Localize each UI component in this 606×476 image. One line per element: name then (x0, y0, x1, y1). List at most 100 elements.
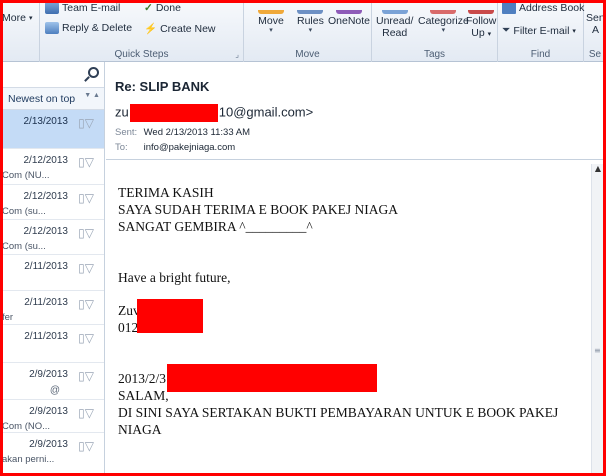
onenote-button[interactable]: OneNote (328, 10, 370, 27)
categorize-button[interactable]: Categorize ▾ (418, 10, 469, 35)
send-receive-group: Sen A Se (584, 0, 606, 62)
quick-step-create-new[interactable]: ⚡ Create New (144, 22, 216, 36)
flag-icon[interactable]: ▯▽ (78, 369, 94, 383)
scroll-up-icon[interactable]: ▲ (592, 164, 604, 178)
quick-step-team-email[interactable]: Team E-mail (45, 2, 120, 14)
quick-steps-label: Quick Steps (114, 49, 169, 60)
filter-email-button[interactable]: ⏷ Filter E-mail ▾ (502, 24, 576, 37)
tags-group-label: Tags (423, 49, 446, 60)
rules-button[interactable]: Rules ▾ (297, 10, 324, 35)
body-line: NIAGA (118, 422, 162, 437)
scroll-grip-icon[interactable]: ≡ (594, 346, 601, 355)
dialog-launcher-icon[interactable]: ⌟ (235, 50, 239, 59)
read-label: Read (382, 27, 408, 39)
flag-icon[interactable]: ▯▽ (78, 439, 94, 453)
flag-icon[interactable]: ▯▽ (78, 261, 94, 275)
move-button[interactable]: Move ▾ (258, 10, 284, 35)
tags-group: Unread/ Read Categorize ▾ Follow Up ▾ Ta… (372, 0, 498, 62)
message-date: 2/9/2013 (29, 369, 68, 380)
sender-line[interactable]: zu 10@gmail.com> (115, 104, 313, 122)
list-item[interactable]: 2/9/2013 @ ▯▽ (0, 363, 104, 400)
vertical-scrollbar[interactable]: ▲ ≡ (591, 164, 603, 476)
message-subject: akan perni... (2, 454, 55, 465)
find-group-label: Find (530, 49, 551, 60)
list-item[interactable]: 2/11/2013 ▯▽ (0, 325, 104, 363)
flag-icon (468, 10, 495, 14)
search-icon[interactable] (88, 67, 99, 78)
quick-step-done[interactable]: ✓ Done (144, 2, 181, 14)
list-item[interactable]: 2/9/2013 Com (NO... ▯▽ (0, 400, 104, 433)
message-date: 2/11/2013 (24, 261, 68, 272)
paperclip-icon: @ (49, 385, 60, 396)
reply-delete-icon (45, 22, 59, 34)
body-line: TERIMA KASIH (118, 185, 214, 200)
flag-icon[interactable]: ▯▽ (78, 297, 94, 311)
flag-icon[interactable]: ▯▽ (78, 116, 94, 130)
filter-email-label: Filter E-mail (513, 24, 570, 37)
quote-header: 2013/2/3 (118, 364, 586, 392)
reading-pane: Re: SLIP BANK zu 10@gmail.com> Sent: Wed … (106, 62, 606, 476)
list-item[interactable]: 2/13/2013 ▯▽ (0, 110, 104, 149)
list-item[interactable]: 2/12/2013 Com (NU... ▯▽ (0, 149, 104, 185)
send-receive-label[interactable]: Sen (586, 12, 605, 24)
more-button[interactable]: More ▾ (2, 12, 32, 24)
follow-up-button[interactable]: Follow Up ▾ (466, 10, 496, 41)
list-item[interactable]: 2/11/2013 fer ▯▽ (0, 291, 104, 325)
done-label: Done (155, 2, 181, 14)
move-group-label: Move (295, 49, 320, 60)
sender-suffix: 10@gmail.com> (218, 104, 314, 120)
flag-icon[interactable]: ▯▽ (78, 191, 94, 205)
list-item[interactable]: 2/11/2013 ▯▽ (0, 255, 104, 291)
categorize-label: Categorize (418, 15, 469, 27)
list-item[interactable]: 2/12/2013 Com (su... ▯▽ (0, 185, 104, 220)
message-date: 2/11/2013 (24, 297, 68, 308)
message-subject: Com (su... (2, 206, 46, 217)
header-divider (106, 159, 606, 160)
rules-label: Rules (297, 15, 324, 27)
onenote-label: OneNote (328, 15, 371, 27)
flag-icon[interactable]: ▯▽ (78, 331, 94, 345)
message-subject: Com (NO... (2, 421, 51, 432)
body-line: DI SINI SAYA SERTAKAN BUKTI PEMBAYARAN U… (118, 405, 559, 420)
redaction-block (167, 364, 377, 392)
search-box[interactable] (0, 62, 104, 88)
list-item[interactable]: 2/12/2013 Com (su... ▯▽ (0, 220, 104, 255)
sort-label: Newest on top (8, 93, 76, 105)
send-receive-sub-label: A (592, 24, 600, 36)
message-subject-title: Re: SLIP BANK (115, 79, 210, 94)
flag-icon[interactable]: ▯▽ (78, 406, 94, 420)
quote-date: 2013/2/3 (118, 371, 167, 386)
send-receive-group-label: Se (588, 49, 602, 60)
sort-arrows-icon[interactable]: ▼ ▲ (84, 92, 100, 99)
message-subject: fer (2, 312, 14, 323)
body-line: Have a bright future, (118, 270, 231, 285)
address-book-icon (502, 2, 516, 14)
unread-read-button[interactable]: Unread/ Read (376, 10, 413, 39)
chevron-down-icon: ▾ (572, 27, 576, 35)
address-book-button[interactable]: Address Book (502, 2, 584, 14)
body-line: SANGAT GEMBIRA ^_________^ (118, 219, 313, 234)
address-book-label: Address Book (519, 2, 585, 14)
checkmark-icon: ✓ (144, 2, 153, 14)
move-group: Move ▾ Rules ▾ OneNote Move (244, 0, 372, 62)
team-email-icon (45, 2, 59, 14)
sender-prefix: zu (115, 104, 129, 120)
ribbon-group-left: More ▾ (0, 0, 40, 62)
move-label: Move (258, 15, 284, 27)
filter-icon: ⏷ (502, 24, 511, 36)
create-new-label: Create New (160, 22, 216, 35)
to-value[interactable]: info@pakejniaga.com (144, 142, 236, 153)
signature-line: Zuv (118, 299, 586, 333)
sort-header[interactable]: Newest on top ▼ ▲ (0, 88, 104, 110)
sent-value: Wed 2/13/2013 11:33 AM (143, 127, 250, 138)
onenote-icon (336, 10, 363, 14)
message-date: 2/11/2013 (24, 331, 68, 342)
flag-icon[interactable]: ▯▽ (78, 155, 94, 169)
sent-row: Sent: Wed 2/13/2013 11:33 AM (115, 127, 250, 138)
list-item[interactable]: 2/9/2013 akan perni... ▯▽ (0, 433, 104, 473)
flag-icon[interactable]: ▯▽ (78, 226, 94, 240)
lightning-icon: ⚡ (144, 23, 158, 35)
quick-step-reply-delete[interactable]: Reply & Delete (45, 22, 132, 34)
redaction-block (129, 104, 218, 122)
